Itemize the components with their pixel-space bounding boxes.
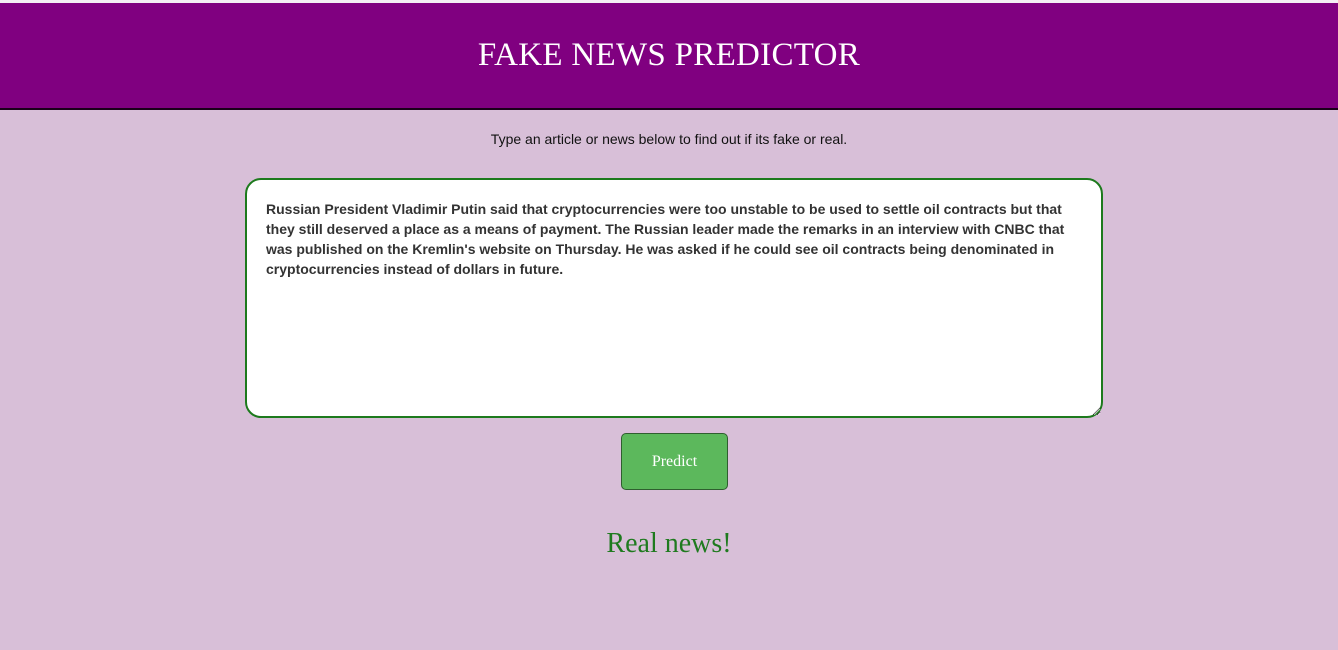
page-header: FAKE NEWS PREDICTOR [0,3,1338,110]
page-title: FAKE NEWS PREDICTOR [477,37,861,73]
article-input[interactable]: Russian President Vladimir Putin said th… [245,178,1103,418]
prediction-result: Real news! [606,528,732,559]
predict-button[interactable]: Predict [621,433,728,490]
instructions-text: Type an article or news below to find ou… [490,131,848,147]
